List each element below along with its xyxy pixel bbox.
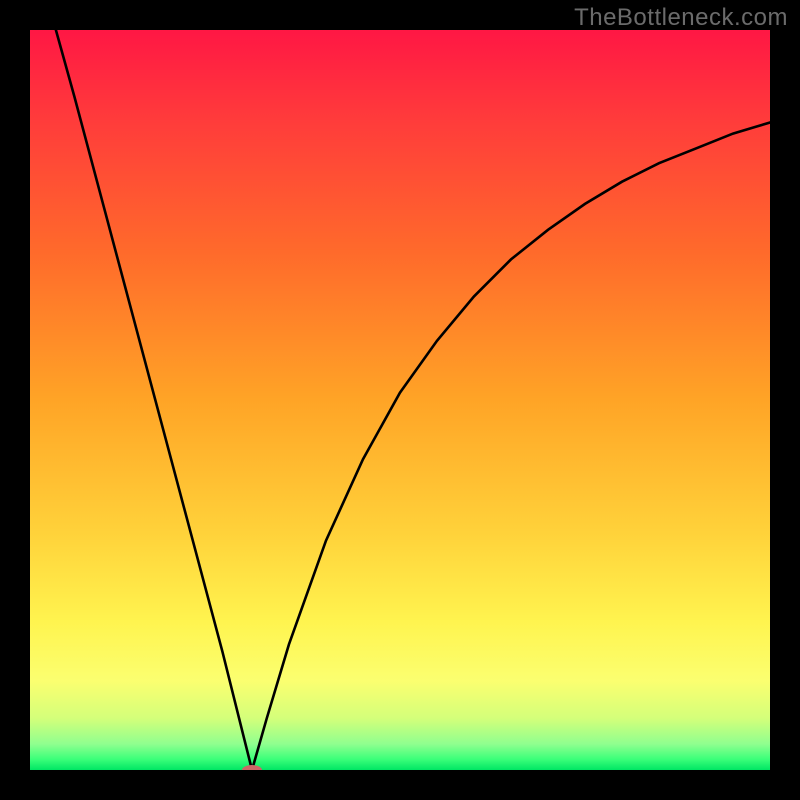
plot-background	[30, 30, 770, 770]
watermark-text: TheBottleneck.com	[574, 4, 788, 32]
plot-area	[30, 30, 770, 770]
chart-container: TheBottleneck.com	[0, 0, 800, 800]
chart-svg	[30, 30, 770, 770]
